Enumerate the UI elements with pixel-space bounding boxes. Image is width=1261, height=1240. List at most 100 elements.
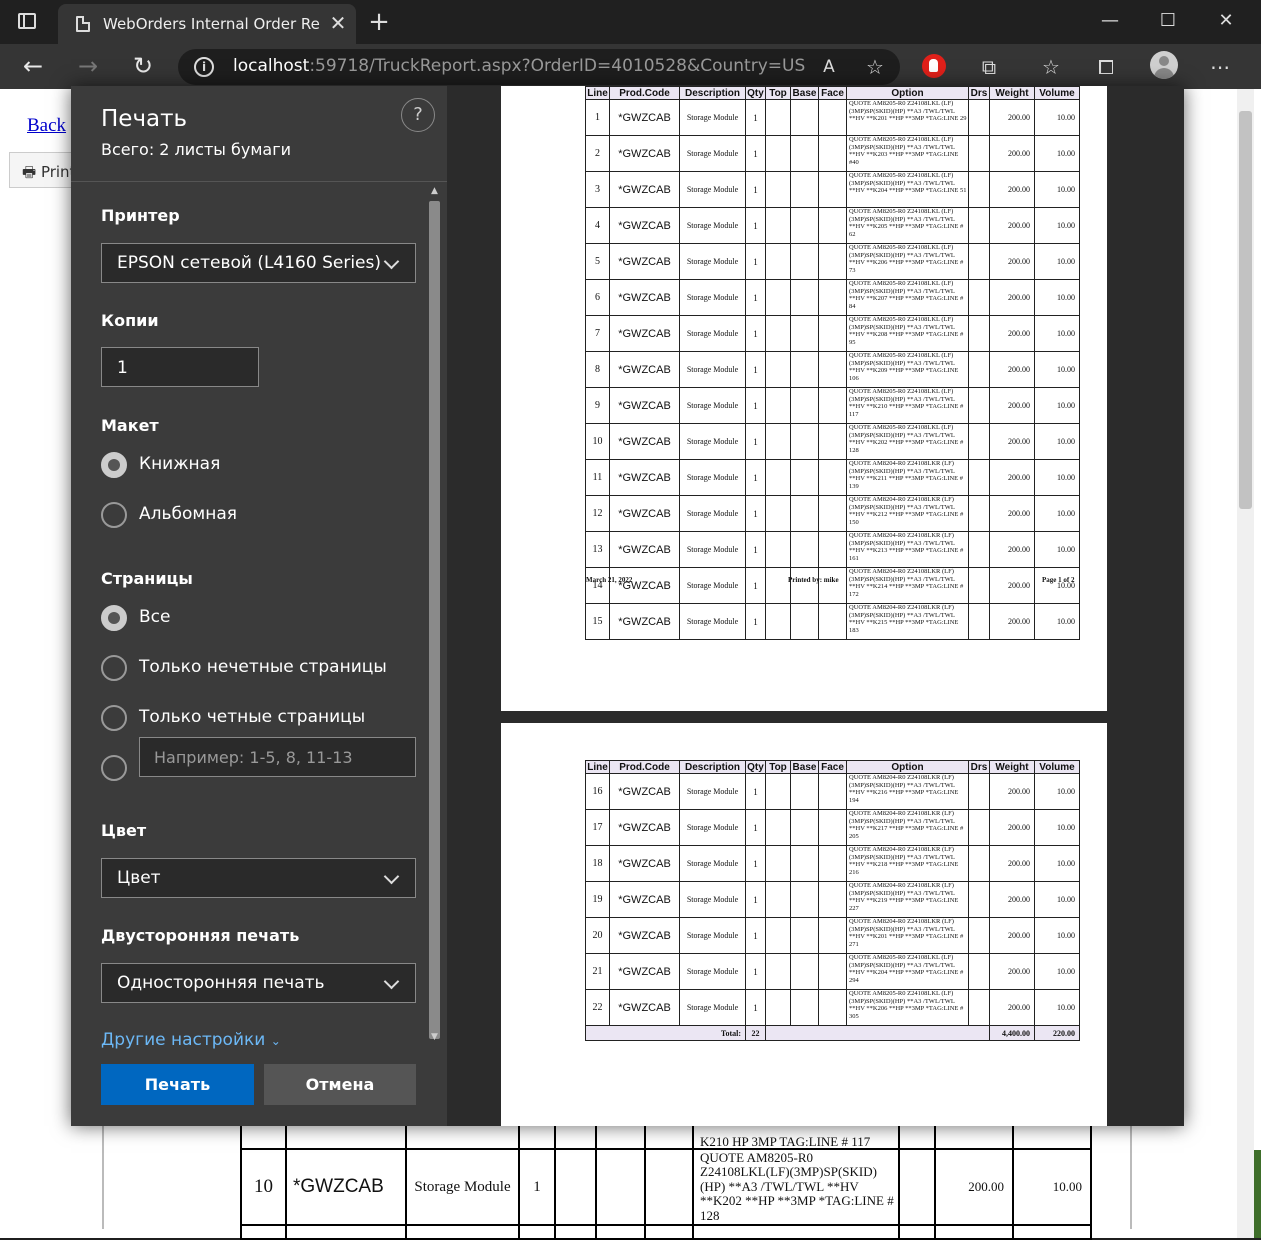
base-cell (790, 603, 819, 640)
pages-odd-label[interactable]: Только нечетные страницы (139, 657, 387, 677)
printer-icon: 🖶 (22, 163, 41, 181)
settings-scrollbar[interactable]: ▲ ▼ (426, 184, 443, 1048)
report-table: Line Prod.Code Description Qty Top Base Face Op… (585, 86, 1080, 640)
prod-code-cell: *GWZCAB (609, 459, 680, 496)
read-aloud-icon[interactable]: A (816, 54, 842, 80)
tab-close-icon[interactable]: ✕ (326, 10, 350, 36)
address-bar[interactable]: i localhost:59718/TruckReport.aspx?Order… (178, 49, 900, 85)
info-icon[interactable]: i (194, 57, 214, 77)
face-cell (818, 207, 847, 244)
new-tab-button[interactable]: + (366, 8, 392, 36)
column-header: Weight (989, 86, 1035, 100)
drs-cell (968, 773, 990, 810)
column-header: Base (790, 86, 819, 100)
refresh-icon[interactable]: ↻ (128, 52, 158, 82)
tab-actions-icon[interactable] (18, 13, 36, 29)
base-cell (790, 459, 819, 496)
line-cell: 2 (585, 135, 610, 172)
color-select[interactable]: Цвет (101, 858, 416, 898)
option-cell: QUOTE AM8205-R0 Z24108LKL (LF)(3MP)SP(SK… (846, 279, 969, 316)
line-cell: 7 (585, 315, 610, 352)
option-cell: QUOTE AM8204-R0 Z24108LKR (LF)(3MP)SP(SK… (846, 773, 969, 810)
back-link[interactable]: Back (27, 115, 66, 137)
description-cell: Storage Module (679, 567, 746, 604)
maximize-icon[interactable]: ☐ (1145, 6, 1191, 36)
option-cell: QUOTE AM8204-R0 Z24108LKR (LF)(3MP)SP(SK… (846, 531, 969, 568)
pages-all-radio[interactable] (101, 605, 127, 631)
column-header: Option (846, 760, 969, 774)
add-favorite-icon[interactable]: ☆ (862, 54, 888, 80)
favorites-icon[interactable]: ☆ (1038, 54, 1064, 80)
base-cell (790, 387, 819, 424)
volume-cell: 10.00 (1034, 207, 1080, 244)
line-cell: 14 (585, 567, 610, 604)
column-header: Line (585, 760, 610, 774)
duplex-select[interactable]: Односторонняя печать (101, 963, 416, 1003)
layout-portrait-radio[interactable] (101, 452, 127, 478)
drs-cell (968, 989, 990, 1026)
column-header: Option (846, 86, 969, 100)
printer-select[interactable]: EPSON сетевой (L4160 Series) (101, 243, 416, 283)
title-bar: WebOrders Internal Order Repor ✕ + — ☐ ✕ (0, 0, 1261, 44)
weight-cell: 200.00 (989, 459, 1035, 496)
more-settings-link[interactable]: Другие настройки ⌄ (101, 1030, 281, 1050)
layout-landscape-label[interactable]: Альбомная (139, 504, 237, 524)
tab-weborders[interactable]: WebOrders Internal Order Repor ✕ (58, 4, 356, 44)
description-cell: Storage Module (679, 881, 746, 918)
copies-input[interactable]: 1 (101, 347, 259, 387)
option-cell: QUOTE AM8205-R0 Z24108LKL (LF)(3MP)SP(SK… (846, 207, 969, 244)
print-preview[interactable]: Line Prod.Code Description Qty Top Base Face Op… (447, 86, 1184, 1126)
pages-all-label[interactable]: Все (139, 607, 170, 627)
volume-cell: 10.00 (1034, 809, 1080, 846)
minimize-icon[interactable]: — (1087, 6, 1133, 36)
weight-cell: 200.00 (989, 953, 1035, 990)
volume-cell: 10.00 (1034, 773, 1080, 810)
extension-shield-icon[interactable] (922, 54, 946, 78)
browser-toolbar: ← → ↻ i localhost:59718/TruckReport.aspx… (0, 44, 1261, 89)
table-row: 4 *GWZCAB Storage Module 1 QUOTE AM8205-R0 Z… (585, 207, 1080, 244)
drs-cell (968, 881, 990, 918)
face-cell (818, 423, 847, 460)
top-cell (765, 135, 791, 172)
help-icon[interactable]: ? (401, 98, 435, 132)
scroll-up-icon[interactable]: ▲ (429, 186, 440, 198)
page-scrollbar[interactable] (1237, 89, 1254, 1238)
collections-icon[interactable]: ⧠ (1093, 54, 1119, 80)
pages-even-label[interactable]: Только четные страницы (139, 707, 365, 727)
settings-scrollbar-thumb[interactable] (429, 201, 440, 1039)
weight-cell: 200.00 (989, 99, 1035, 136)
qty-cell: 1 (745, 243, 766, 280)
close-window-icon[interactable]: ✕ (1203, 6, 1249, 36)
top-cell (765, 387, 791, 424)
layout-portrait-label[interactable]: Книжная (139, 454, 220, 474)
layout-landscape-radio[interactable] (101, 502, 127, 528)
chevron-down-icon (383, 253, 400, 270)
pages-odd-radio[interactable] (101, 655, 127, 681)
prod-code-cell: *GWZCAB (609, 315, 680, 352)
table-row: 10 *GWZCAB Storage Module 1 QUOTE AM8205… (240, 1148, 1092, 1226)
pages-range-input[interactable]: Например: 1-5, 8, 11-13 (139, 737, 416, 777)
forward-arrow-icon[interactable]: → (73, 52, 103, 82)
weight-cell: 200.00 (989, 881, 1035, 918)
page-print-button[interactable]: 🖶 Print (9, 152, 79, 188)
base-cell (790, 315, 819, 352)
weight-cell: 200.00 (989, 207, 1035, 244)
page-scrollbar-thumb[interactable] (1239, 111, 1252, 509)
column-header: Face (818, 760, 847, 774)
table-row: 16 *GWZCAB Storage Module 1 QUOTE AM8204-R0 … (585, 773, 1080, 810)
description-cell: Storage Module (679, 989, 746, 1026)
url-text[interactable]: localhost:59718/TruckReport.aspx?OrderID… (233, 56, 805, 76)
back-arrow-icon[interactable]: ← (18, 52, 48, 82)
pages-even-radio[interactable] (101, 705, 127, 731)
print-button[interactable]: Печать (101, 1064, 254, 1105)
extensions-puzzle-icon[interactable]: ⧉ (976, 54, 1002, 80)
scroll-down-icon[interactable]: ▼ (429, 1032, 440, 1044)
pages-custom-radio[interactable] (101, 755, 127, 781)
line-cell: 17 (585, 809, 610, 846)
cancel-button[interactable]: Отмена (264, 1064, 416, 1105)
more-menu-icon[interactable]: ⋯ (1207, 54, 1233, 80)
volume-cell: 10.00 (1034, 423, 1080, 460)
profile-avatar[interactable] (1150, 51, 1178, 79)
description-cell: Storage Module (679, 809, 746, 846)
prod-code-cell: *GWZCAB (609, 809, 680, 846)
